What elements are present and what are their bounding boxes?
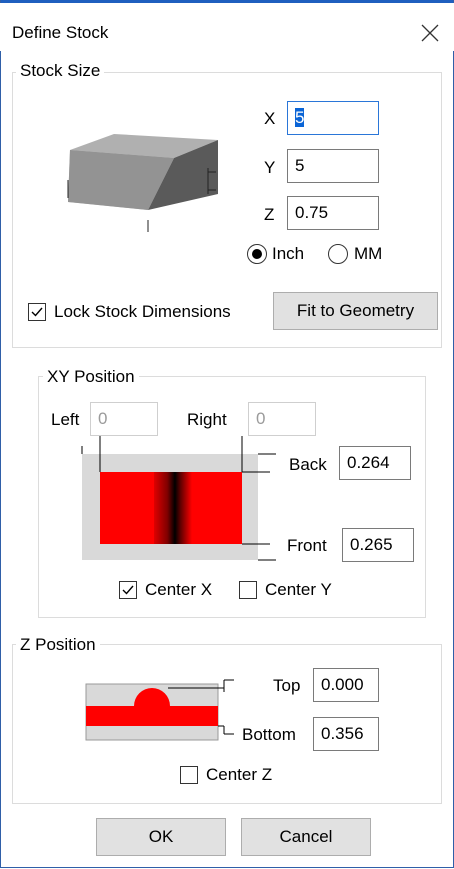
center-x-checkbox[interactable] xyxy=(119,581,137,599)
lock-dimensions-checkbox[interactable] xyxy=(28,303,46,321)
z-label: Z xyxy=(264,205,275,224)
bottom-field[interactable]: 0.356 xyxy=(313,717,379,751)
top-field[interactable]: 0.000 xyxy=(313,668,379,702)
ok-button[interactable]: OK xyxy=(96,818,226,856)
top-label: Top xyxy=(273,676,301,695)
unit-inch-radio[interactable] xyxy=(247,244,267,264)
unit-inch-label[interactable]: Inch xyxy=(272,244,304,264)
x-field[interactable]: 5 xyxy=(287,101,379,135)
z-position-label: Z Position xyxy=(16,635,100,655)
bottom-label: Bottom xyxy=(242,725,296,744)
z-position-illustration xyxy=(85,679,234,741)
right-label: Right xyxy=(187,410,227,429)
unit-mm-label[interactable]: MM xyxy=(354,244,382,264)
checkmark-icon xyxy=(31,307,43,317)
center-y-checkbox[interactable] xyxy=(239,581,257,599)
center-x-label[interactable]: Center X xyxy=(145,580,212,600)
z-field[interactable]: 0.75 xyxy=(287,196,379,230)
y-label: Y xyxy=(264,158,276,177)
front-label: Front xyxy=(287,536,327,555)
right-field[interactable]: 0 xyxy=(248,402,316,436)
close-icon xyxy=(421,24,439,42)
unit-mm-radio[interactable] xyxy=(328,244,348,264)
stock-block-illustration xyxy=(67,134,218,232)
lock-dimensions-label[interactable]: Lock Stock Dimensions xyxy=(54,302,231,322)
back-field[interactable]: 0.264 xyxy=(339,446,411,480)
center-z-label[interactable]: Center Z xyxy=(206,765,272,785)
stock-size-label: Stock Size xyxy=(16,61,105,81)
xy-position-label: XY Position xyxy=(43,367,139,387)
checkmark-icon xyxy=(122,585,134,595)
x-value: 5 xyxy=(295,108,305,127)
x-label: X xyxy=(264,109,276,128)
close-button[interactable] xyxy=(412,15,448,51)
y-field[interactable]: 5 xyxy=(287,149,379,183)
front-field[interactable]: 0.265 xyxy=(342,528,414,562)
fit-to-geometry-button[interactable]: Fit to Geometry xyxy=(273,292,438,330)
xy-position-illustration xyxy=(81,436,276,561)
cancel-button[interactable]: Cancel xyxy=(241,818,371,856)
back-label: Back xyxy=(289,455,327,474)
left-label: Left xyxy=(51,410,80,429)
center-z-checkbox[interactable] xyxy=(180,766,198,784)
title-bar: Define Stock xyxy=(0,3,454,51)
center-y-label[interactable]: Center Y xyxy=(265,580,332,600)
dialog-title: Define Stock xyxy=(12,23,109,42)
left-field[interactable]: 0 xyxy=(90,402,158,436)
